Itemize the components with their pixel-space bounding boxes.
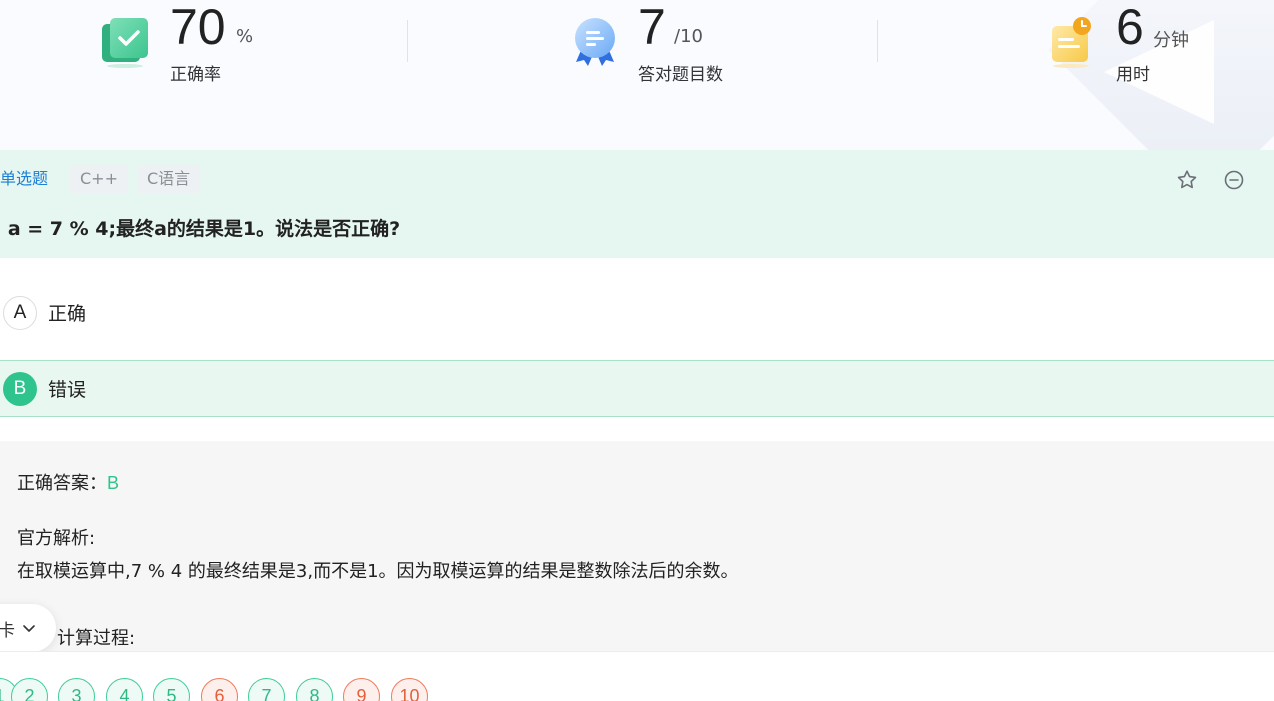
accuracy-unit: % (236, 26, 254, 47)
accuracy-value: 70 (170, 0, 226, 55)
stat-accuracy: 70 % 正确率 (98, 0, 298, 100)
question-number-button[interactable]: 9 (343, 678, 380, 701)
clock-note-icon (1052, 17, 1091, 68)
option-letter: B (3, 371, 37, 406)
question-number-button[interactable]: 5 (153, 678, 190, 701)
official-analysis-text: 在取模运算中,7 % 4 的最终结果是3,而不是1。因为取模运算的结果是整数除法… (17, 561, 739, 582)
correct-answer-label: 正确答案： (17, 473, 107, 494)
time-label: 用时 (1116, 65, 1150, 85)
exam-result-page: 70 % 正确率 7 /10 答对题目数 6 分钟 用时 单选题 C++ C语言… (0, 0, 1274, 701)
star-icon[interactable] (1175, 168, 1199, 192)
calculation-process-label: 计算过程: (57, 628, 136, 649)
option-b[interactable]: B 错误 (0, 360, 1274, 417)
option-a[interactable]: A 正确 (0, 284, 1274, 341)
time-unit: 分钟 (1153, 30, 1189, 51)
question-number-button[interactable]: 7 (248, 678, 285, 701)
stats-divider (877, 20, 878, 62)
correct-count-label: 答对题目数 (638, 65, 723, 85)
stat-time: 6 分钟 用时 (1046, 0, 1246, 100)
correct-count-value: 7 (638, 0, 666, 55)
chevron-down-icon (23, 625, 35, 632)
correct-count-total: /10 (674, 26, 703, 47)
stats-divider (407, 20, 408, 62)
option-text: 错误 (48, 379, 87, 401)
language-tag: C++ (70, 165, 128, 193)
answer-card-toggle[interactable]: 卡 (0, 604, 56, 652)
time-value: 6 (1116, 0, 1144, 55)
question-number-button[interactable]: 2 (11, 678, 48, 701)
option-letter: A (3, 295, 37, 330)
question-type-tag: 单选题 (0, 169, 49, 188)
stats-header: 70 % 正确率 7 /10 答对题目数 6 分钟 用时 (0, 0, 1274, 150)
question-number-button[interactable]: 8 (296, 678, 333, 701)
answer-card-label: 卡 (0, 620, 15, 641)
correct-answer-value: B (107, 473, 120, 493)
question-header: 单选题 C++ C语言 · a = 7 % 4;最终a的结果是1。说法是否正确? (0, 150, 1274, 258)
answer-card-bar: 1 2 3 4 5 6 7 8 9 10 (0, 651, 1274, 701)
language-tag: C语言 (137, 165, 201, 193)
option-text: 正确 (48, 303, 87, 325)
question-number-button[interactable]: 3 (58, 678, 95, 701)
question-number-button[interactable]: 4 (106, 678, 143, 701)
question-number-button[interactable]: 6 (201, 678, 238, 701)
official-analysis-label: 官方解析: (17, 528, 96, 549)
question-number-button[interactable]: 10 (391, 678, 428, 701)
stat-correct-count: 7 /10 答对题目数 (568, 0, 768, 100)
accuracy-label: 正确率 (170, 65, 221, 85)
check-book-icon (102, 18, 148, 68)
analysis-panel: 正确答案：B 官方解析: 在取模运算中,7 % 4 的最终结果是3,而不是1。因… (0, 441, 1274, 651)
medal-icon (575, 18, 615, 66)
question-text: · a = 7 % 4;最终a的结果是1。说法是否正确? (0, 218, 401, 240)
minus-circle-icon[interactable] (1222, 168, 1246, 192)
correct-answer-row: 正确答案：B (17, 469, 119, 495)
